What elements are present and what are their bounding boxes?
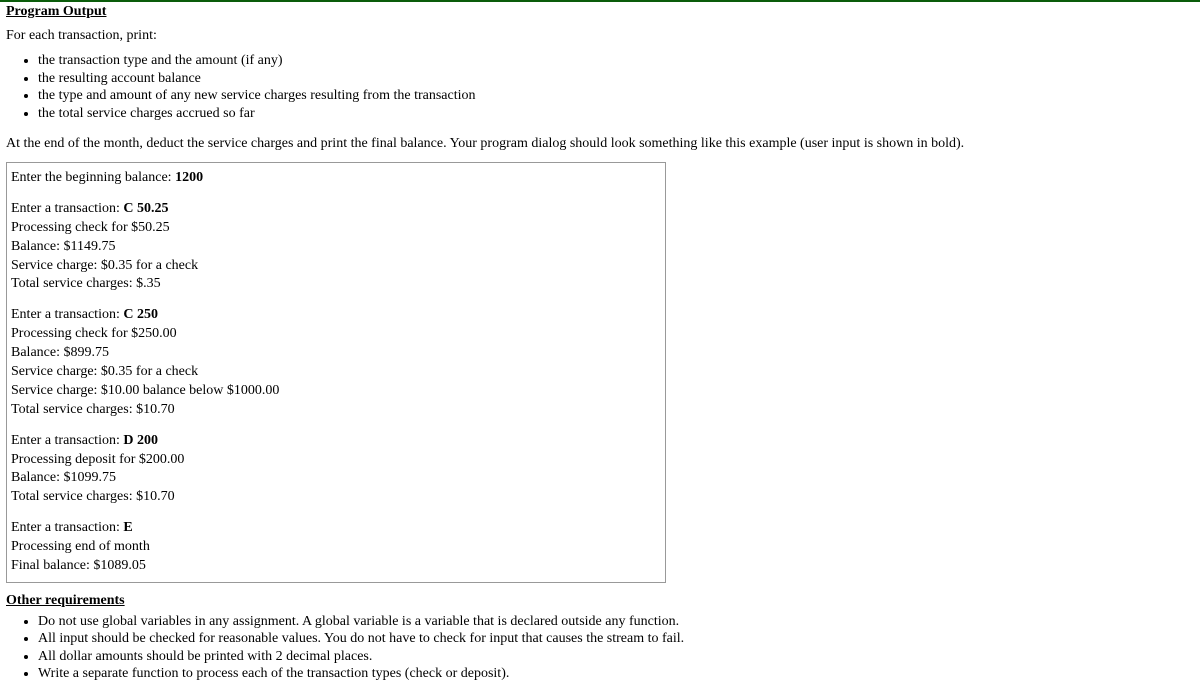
sample-user-input: 1200 [175, 170, 203, 185]
sample-line-text: Enter a transaction: [11, 433, 123, 448]
sample-line-text: Service charge: $0.35 for a check [11, 364, 198, 379]
sample-user-input: E [123, 520, 132, 535]
sample-line-text: Balance: $899.75 [11, 345, 109, 360]
end-of-month-paragraph: At the end of the month, deduct the serv… [0, 132, 1200, 156]
sample-line: Balance: $1149.75 [11, 238, 661, 257]
sample-line-text: Processing deposit for $200.00 [11, 452, 184, 467]
sample-line: Enter the beginning balance: 1200 [11, 169, 661, 188]
sample-user-input: D 200 [123, 433, 158, 448]
sample-line: Total service charges: $10.70 [11, 401, 661, 420]
sample-line: Final balance: $1089.05 [11, 557, 661, 576]
sample-line-text: Enter a transaction: [11, 201, 123, 216]
sample-line: Balance: $1099.75 [11, 469, 661, 488]
sample-block: Enter a transaction: C 250Processing che… [11, 306, 661, 419]
sample-line-text: Enter a transaction: [11, 307, 123, 322]
sample-line: Service charge: $0.35 for a check [11, 257, 661, 276]
sample-line-text: Enter the beginning balance: [11, 170, 175, 185]
sample-line: Processing deposit for $200.00 [11, 451, 661, 470]
list-item: the total service charges accrued so far [38, 105, 1200, 123]
sample-block: Enter a transaction: EProcessing end of … [11, 519, 661, 576]
sample-line: Total service charges: $10.70 [11, 488, 661, 507]
section-heading-other-requirements: Other requirements [0, 593, 1200, 609]
sample-line: Processing check for $250.00 [11, 325, 661, 344]
sample-line-text: Processing end of month [11, 539, 150, 554]
sample-dialog-box: Enter the beginning balance: 1200 Enter a… [6, 162, 666, 583]
sample-line-text: Total service charges: $10.70 [11, 402, 175, 417]
sample-line: Total service charges: $.35 [11, 275, 661, 294]
list-item: Write a separate function to process eac… [38, 665, 1200, 683]
sample-block: Enter a transaction: C 50.25Processing c… [11, 200, 661, 294]
sample-line-text: Total service charges: $10.70 [11, 489, 175, 504]
output-requirements-list: the transaction type and the amount (if … [0, 52, 1200, 122]
sample-line: Service charge: $0.35 for a check [11, 363, 661, 382]
sample-user-input: C 50.25 [123, 201, 168, 216]
sample-line: Enter a transaction: E [11, 519, 661, 538]
sample-line-text: Processing check for $250.00 [11, 326, 177, 341]
top-rule [0, 0, 1200, 2]
section-heading-program-output: Program Output [0, 4, 1200, 20]
sample-line-text: Total service charges: $.35 [11, 276, 161, 291]
list-item: the resulting account balance [38, 70, 1200, 88]
sample-line: Enter a transaction: D 200 [11, 432, 661, 451]
sample-line-text: Enter a transaction: [11, 520, 123, 535]
sample-line: Service charge: $10.00 balance below $10… [11, 382, 661, 401]
sample-line-text: Processing check for $50.25 [11, 220, 170, 235]
list-item: All dollar amounts should be printed wit… [38, 648, 1200, 666]
sample-block: Enter a transaction: D 200Processing dep… [11, 432, 661, 508]
sample-line: Enter a transaction: C 50.25 [11, 200, 661, 219]
list-item: All input should be checked for reasonab… [38, 630, 1200, 648]
sample-block: Enter the beginning balance: 1200 [11, 169, 661, 188]
sample-line: Balance: $899.75 [11, 344, 661, 363]
sample-line-text: Service charge: $0.35 for a check [11, 258, 198, 273]
sample-line: Processing check for $50.25 [11, 219, 661, 238]
sample-line: Enter a transaction: C 250 [11, 306, 661, 325]
list-item: the type and amount of any new service c… [38, 87, 1200, 105]
sample-line-text: Balance: $1149.75 [11, 239, 115, 254]
sample-line: Processing end of month [11, 538, 661, 557]
sample-line-text: Service charge: $10.00 balance below $10… [11, 383, 279, 398]
sample-line-text: Balance: $1099.75 [11, 470, 116, 485]
list-item: the transaction type and the amount (if … [38, 52, 1200, 70]
other-requirements-list: Do not use global variables in any assig… [0, 613, 1200, 683]
intro-paragraph: For each transaction, print: [0, 24, 1200, 48]
sample-line-text: Final balance: $1089.05 [11, 558, 146, 573]
sample-user-input: C 250 [123, 307, 158, 322]
list-item: Do not use global variables in any assig… [38, 613, 1200, 631]
